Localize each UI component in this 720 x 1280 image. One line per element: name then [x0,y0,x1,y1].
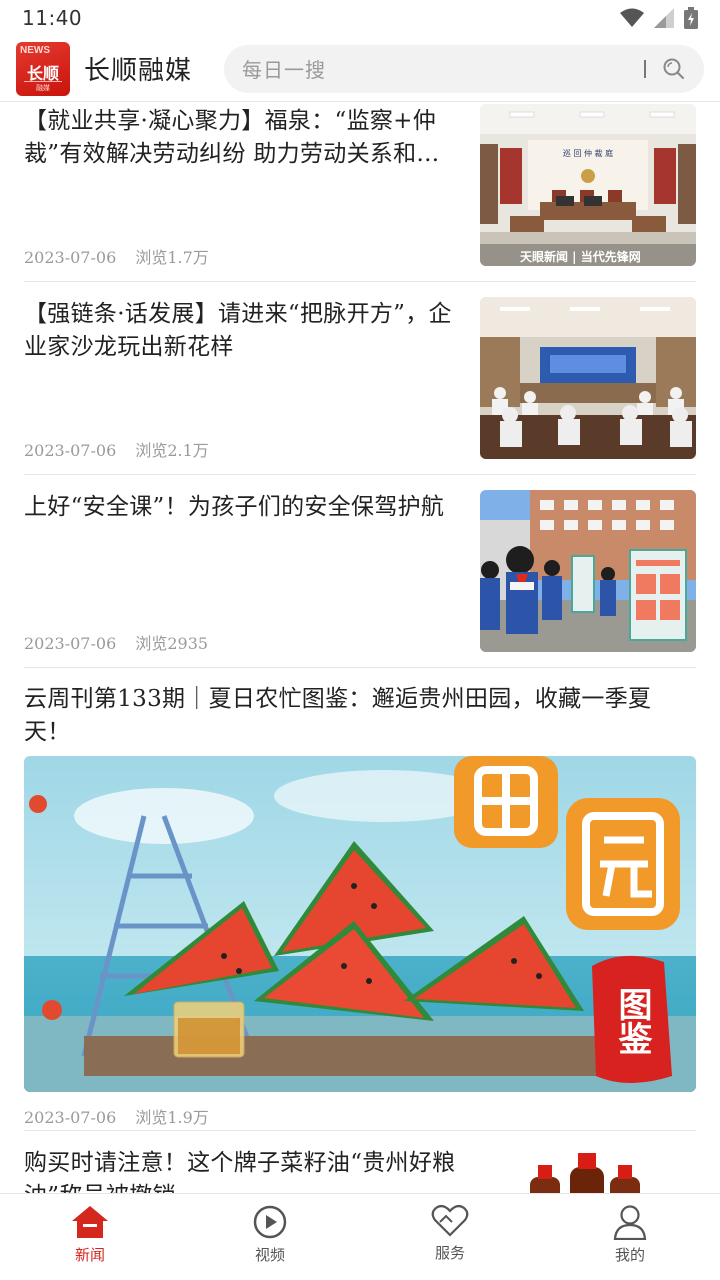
news-views: 浏览2.1万 [135,441,209,460]
tab-service-label: 服务 [434,1244,465,1262]
news-title: 【就业共享·凝心聚力】福泉：“监察+仲裁”有效解决劳动纠纷 助力劳动关系和... [24,108,440,167]
status-time: 11:40 [22,6,83,30]
news-date: 2023-07-06 [24,441,117,460]
app-screen: 11:40 NEWS 长顺 融媒 长顺融媒 每日一搜 【就业共享·凝心聚力】福泉… [0,0,720,1280]
search-placeholder: 每日一搜 [242,58,326,82]
logo-line [24,80,62,82]
news-card[interactable]: 云周刊第133期｜夏日农忙图鉴：邂逅贵州田园，收藏一季夏天！ 图鉴 2023-0… [24,668,696,1131]
news-banner-image[interactable]: 田 园 图鉴 [24,756,696,1092]
thumbnail-watermark: 天眼新闻 | 当代先锋网 [520,249,641,264]
courtroom-sign: 巡 回 仲 裁 庭 [563,148,613,158]
news-thumbnail[interactable] [480,297,696,459]
news-meta: 2023-07-06 浏览1.7万 [24,244,209,268]
search-divider [644,59,646,78]
heart-icon [431,1204,469,1237]
news-date: 2023-07-06 [24,634,117,653]
tab-video[interactable]: 视频 [180,1194,360,1280]
tab-mine-label: 我的 [614,1246,645,1264]
news-card[interactable]: 购买时请注意！这个牌子菜籽油“贵州好粮油”称号被撤销 [24,1132,696,1193]
news-title: 云周刊第133期｜夏日农忙图鉴：邂逅贵州田园，收藏一季夏天！ [24,686,652,745]
battery-icon [684,7,698,29]
news-title: 【强链条·话发展】请进来“把脉开方”，企业家沙龙玩出新花样 [24,301,452,360]
signal-icon [654,8,674,28]
play-icon [253,1205,287,1239]
logo-badge: NEWS [20,44,50,56]
news-title: 购买时请注意！这个牌子菜籽油“贵州好粮油”称号被撤销 [24,1150,456,1193]
bottom-tab-bar: 新闻 视频 服务 我的 [0,1193,720,1280]
news-views: 浏览1.7万 [135,248,209,267]
news-card[interactable]: 上好“安全课”！为孩子们的安全保驾护航 2023-07-06 浏览2935 [24,475,696,668]
tab-mine[interactable]: 我的 [540,1194,720,1280]
news-views: 浏览2935 [135,634,209,653]
news-feed[interactable]: 【就业共享·凝心聚力】福泉：“监察+仲裁”有效解决劳动纠纷 助力劳动关系和...… [0,103,720,1193]
news-thumbnail[interactable]: 巡 回 仲 裁 庭 天眼新闻 | 当代先锋网 [480,104,696,266]
app-header: NEWS 长顺 融媒 长顺融媒 每日一搜 [0,36,720,102]
tab-news[interactable]: 新闻 [0,1194,180,1280]
news-card[interactable]: 【强链条·话发展】请进来“把脉开方”，企业家沙龙玩出新花样 2023-07-06… [24,282,696,475]
news-thumbnail[interactable] [480,490,696,652]
app-name: 长顺融媒 [84,56,193,86]
news-meta: 2023-07-06 浏览2935 [24,630,208,654]
news-title: 上好“安全课”！为孩子们的安全保驾护航 [24,494,445,520]
news-meta: 2023-07-06 浏览1.9万 [24,1104,209,1128]
news-date: 2023-07-06 [24,248,117,267]
news-views: 浏览1.9万 [135,1108,209,1127]
logo-subtext: 融媒 [36,83,50,92]
banner-stamp: 图鉴 [612,987,653,1055]
home-icon [72,1206,108,1238]
wifi-icon [620,8,644,27]
search-input[interactable]: 每日一搜 [224,44,704,93]
news-card[interactable]: 【就业共享·凝心聚力】福泉：“监察+仲裁”有效解决劳动纠纷 助力劳动关系和...… [24,103,696,282]
person-icon [613,1205,647,1240]
app-logo[interactable]: NEWS 长顺 融媒 [16,41,70,96]
tab-service[interactable]: 服务 [360,1194,540,1280]
news-meta: 2023-07-06 浏览2.1万 [24,437,209,461]
status-icons [620,7,698,29]
tab-video-label: 视频 [254,1246,285,1264]
status-bar: 11:40 [0,0,720,36]
news-date: 2023-07-06 [24,1108,117,1127]
news-thumbnail[interactable] [480,1147,696,1193]
search-icon[interactable] [662,57,686,81]
tab-news-label: 新闻 [74,1246,105,1264]
